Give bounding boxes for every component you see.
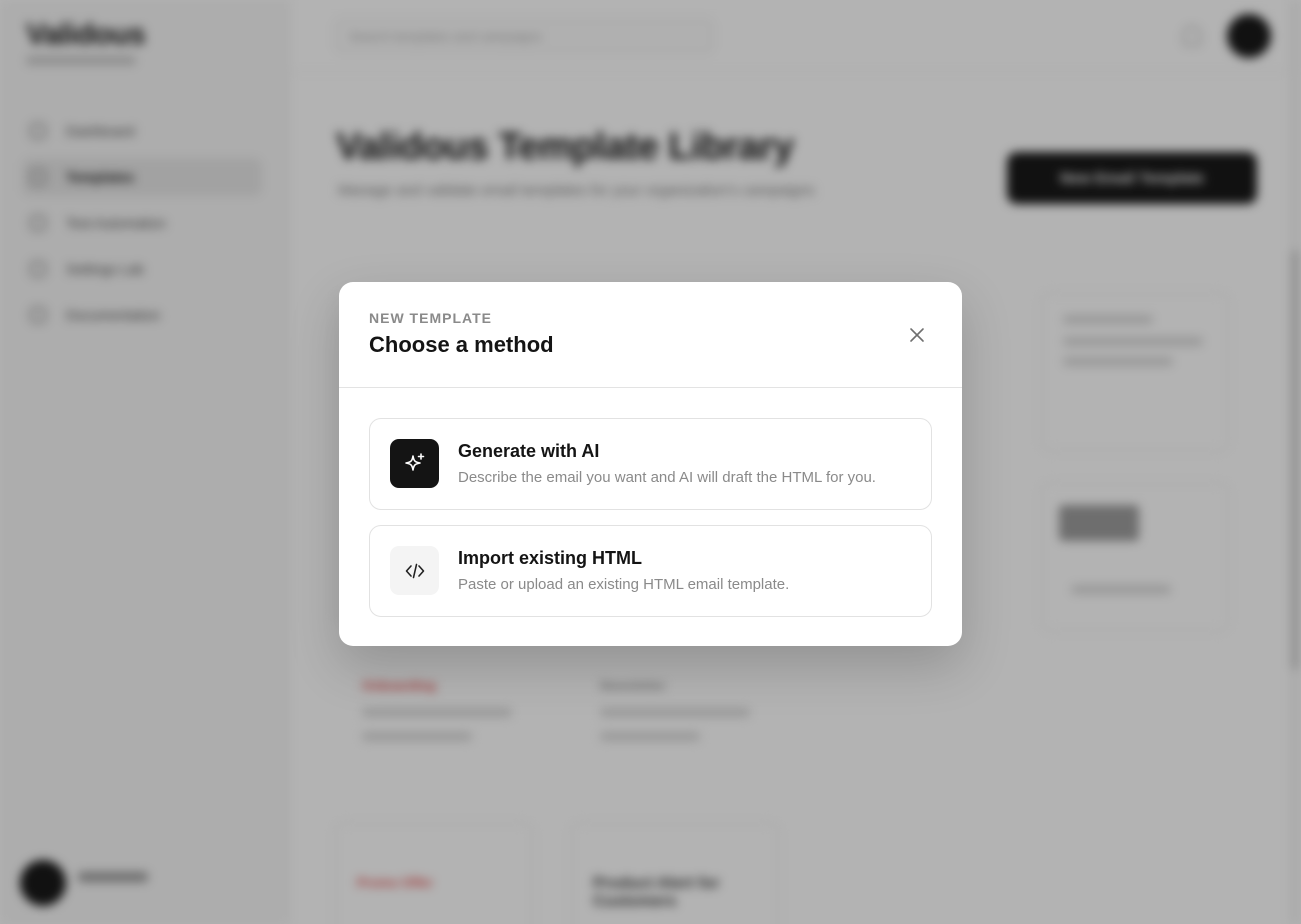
code-icon <box>390 546 439 595</box>
modal-header: NEW TEMPLATE Choose a method <box>339 282 962 388</box>
import-html-option[interactable]: Import existing HTML Paste or upload an … <box>369 525 932 617</box>
sparkles-icon <box>390 439 439 488</box>
close-button[interactable] <box>906 324 928 346</box>
option-description: Paste or upload an existing HTML email t… <box>458 576 790 593</box>
close-icon <box>910 328 924 342</box>
generate-with-ai-option[interactable]: Generate with AI Describe the email you … <box>369 418 932 510</box>
option-description: Describe the email you want and AI will … <box>458 469 876 486</box>
option-title: Import existing HTML <box>458 548 642 568</box>
option-title: Generate with AI <box>458 441 600 461</box>
modal-title: Choose a method <box>369 332 554 357</box>
new-template-modal: NEW TEMPLATE Choose a method Generate wi… <box>339 282 962 646</box>
modal-eyebrow: NEW TEMPLATE <box>369 310 492 326</box>
